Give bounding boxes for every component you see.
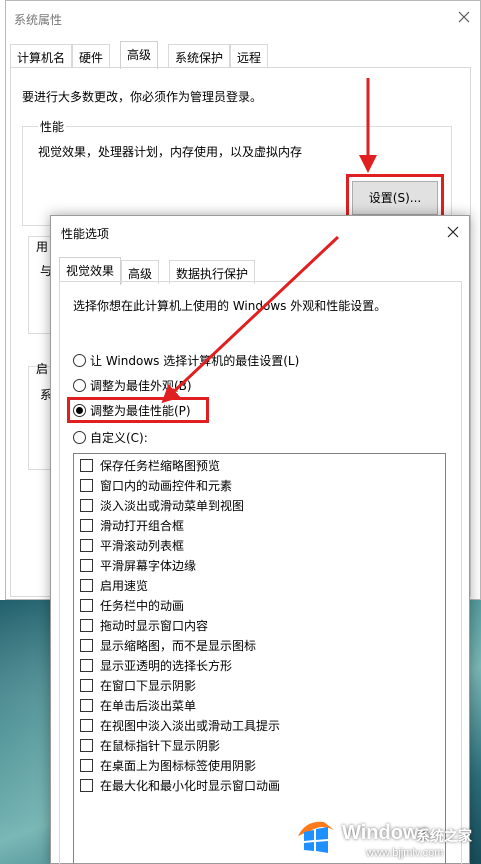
windows-logo-icon (298, 821, 334, 853)
radio-best-appearance[interactable]: 调整为最佳外观(B) (73, 376, 192, 394)
watermark-url: www.bjjmlv.com (366, 847, 444, 859)
checkbox[interactable] (80, 698, 93, 712)
admin-note: 要进行大多数更改，你必须作为管理员登录。 (22, 90, 263, 104)
checkbox[interactable] (80, 478, 93, 492)
checkbox[interactable] (80, 538, 93, 552)
watermark-brand-cn: 系统之家 (416, 829, 472, 845)
radio-let-windows-choose[interactable]: 让 Windows 选择计算机的最佳设置(L) (73, 351, 299, 369)
radio-custom[interactable]: 自定义(C): (73, 428, 148, 446)
effect-item[interactable]: 显示亚透明的选择长方形 (80, 656, 232, 674)
effect-item[interactable]: 在窗口下显示阴影 (80, 676, 196, 694)
effect-item[interactable]: 平滑屏幕字体边缘 (80, 556, 196, 574)
radio-button[interactable] (73, 430, 86, 444)
effect-label: 拖动时显示窗口内容 (100, 618, 209, 633)
checkbox[interactable] (80, 738, 93, 752)
radio-button[interactable] (73, 378, 86, 392)
effect-item[interactable]: 滑动打开组合框 (80, 516, 184, 534)
effect-item[interactable]: 淡入淡出或滑动菜单到视图 (80, 496, 244, 514)
effect-label: 淡入淡出或滑动菜单到视图 (100, 498, 245, 513)
performance-description: 视觉效果，处理器计划，内存使用，以及虚拟内存 (38, 145, 303, 159)
radio-label: 让 Windows 选择计算机的最佳设置(L) (90, 353, 300, 368)
checkbox[interactable] (80, 618, 93, 632)
radio-button[interactable] (73, 353, 86, 367)
user-profiles-label: 用 (36, 240, 49, 254)
effect-label: 在窗口下显示阴影 (100, 678, 197, 693)
checkbox[interactable] (80, 458, 93, 472)
instruction-text: 选择你想在此计算机上使用的 Windows 外观和性能设置。 (73, 299, 387, 313)
checkbox[interactable] (80, 578, 93, 592)
effect-label: 平滑滚动列表框 (100, 538, 185, 553)
effect-label: 显示缩略图，而不是显示图标 (100, 638, 257, 653)
highlight-box-settings (346, 174, 444, 220)
window-title: 系统属性 (14, 13, 63, 27)
checkbox[interactable] (80, 778, 93, 792)
performance-group-label: 性能 (38, 118, 67, 135)
effect-item[interactable]: 保存任务栏缩略图预览 (80, 456, 220, 474)
effect-item[interactable]: 拖动时显示窗口内容 (80, 616, 208, 634)
effect-item[interactable]: 在单击后淡出菜单 (80, 696, 196, 714)
checkbox[interactable] (80, 678, 93, 692)
checkbox[interactable] (80, 558, 93, 572)
effect-item[interactable]: 任务栏中的动画 (80, 596, 184, 614)
effect-label: 在桌面上为图标标签使用阴影 (100, 758, 257, 773)
effect-item[interactable]: 平滑滚动列表框 (80, 536, 184, 554)
effect-label: 滑动打开组合框 (100, 518, 185, 533)
checkbox[interactable] (80, 598, 93, 612)
tab-hardware[interactable]: 硬件 (72, 44, 111, 68)
checkbox[interactable] (80, 498, 93, 512)
effect-item[interactable]: 在鼠标指针下显示阴影 (80, 736, 220, 754)
window-title: 性能选项 (61, 227, 110, 241)
startup-recovery-label: 启 (36, 362, 49, 376)
effect-label: 在单击后淡出菜单 (100, 698, 197, 713)
performance-options-window: 性能选项 视觉效果 高级 数据执行保护 选择你想在此计算机上使用的 Window… (50, 215, 470, 864)
effect-label: 显示亚透明的选择长方形 (100, 658, 233, 673)
checkbox[interactable] (80, 718, 93, 732)
effect-label: 在最大化和最小化时显示窗口动画 (100, 778, 281, 793)
tab-computer-name[interactable]: 计算机名 (10, 44, 73, 68)
effect-label: 在视图中淡入淡出或滑动工具提示 (100, 718, 281, 733)
effect-label: 启用速览 (100, 578, 149, 593)
effect-item[interactable]: 显示缩略图，而不是显示图标 (80, 636, 256, 654)
radio-label: 调整为最佳外观(B) (90, 378, 192, 393)
site-watermark: Windows 系统之家 www.bjjmlv.com (290, 812, 481, 864)
effect-label: 任务栏中的动画 (100, 598, 185, 613)
highlight-box-best-performance (67, 397, 209, 423)
effect-item[interactable]: 在视图中淡入淡出或滑动工具提示 (80, 716, 280, 734)
effect-item[interactable]: 启用速览 (80, 576, 148, 594)
effect-label: 保存任务栏缩略图预览 (100, 458, 221, 473)
close-icon[interactable] (456, 9, 472, 25)
tab-system-protection[interactable]: 系统保护 (168, 44, 231, 68)
effect-label: 平滑屏幕字体边缘 (100, 558, 197, 573)
checkbox[interactable] (80, 518, 93, 532)
effect-item[interactable]: 窗口内的动画控件和元素 (80, 476, 232, 494)
tab-advanced[interactable]: 高级 (120, 41, 159, 69)
title-bar: 系统属性 (6, 1, 480, 35)
tab-remote[interactable]: 远程 (230, 44, 269, 68)
effect-label: 在鼠标指针下显示阴影 (100, 738, 221, 753)
checkbox[interactable] (80, 638, 93, 652)
effect-item[interactable]: 在桌面上为图标标签使用阴影 (80, 756, 256, 774)
effects-list[interactable]: 保存任务栏缩略图预览 窗口内的动画控件和元素 淡入淡出或滑动菜单到视图 滑动打开… (73, 453, 446, 864)
checkbox[interactable] (80, 758, 93, 772)
checkbox[interactable] (80, 658, 93, 672)
effect-label: 窗口内的动画控件和元素 (100, 478, 233, 493)
close-icon[interactable] (445, 224, 461, 240)
effect-item[interactable]: 在最大化和最小化时显示窗口动画 (80, 776, 280, 794)
radio-label: 自定义(C): (90, 430, 148, 445)
